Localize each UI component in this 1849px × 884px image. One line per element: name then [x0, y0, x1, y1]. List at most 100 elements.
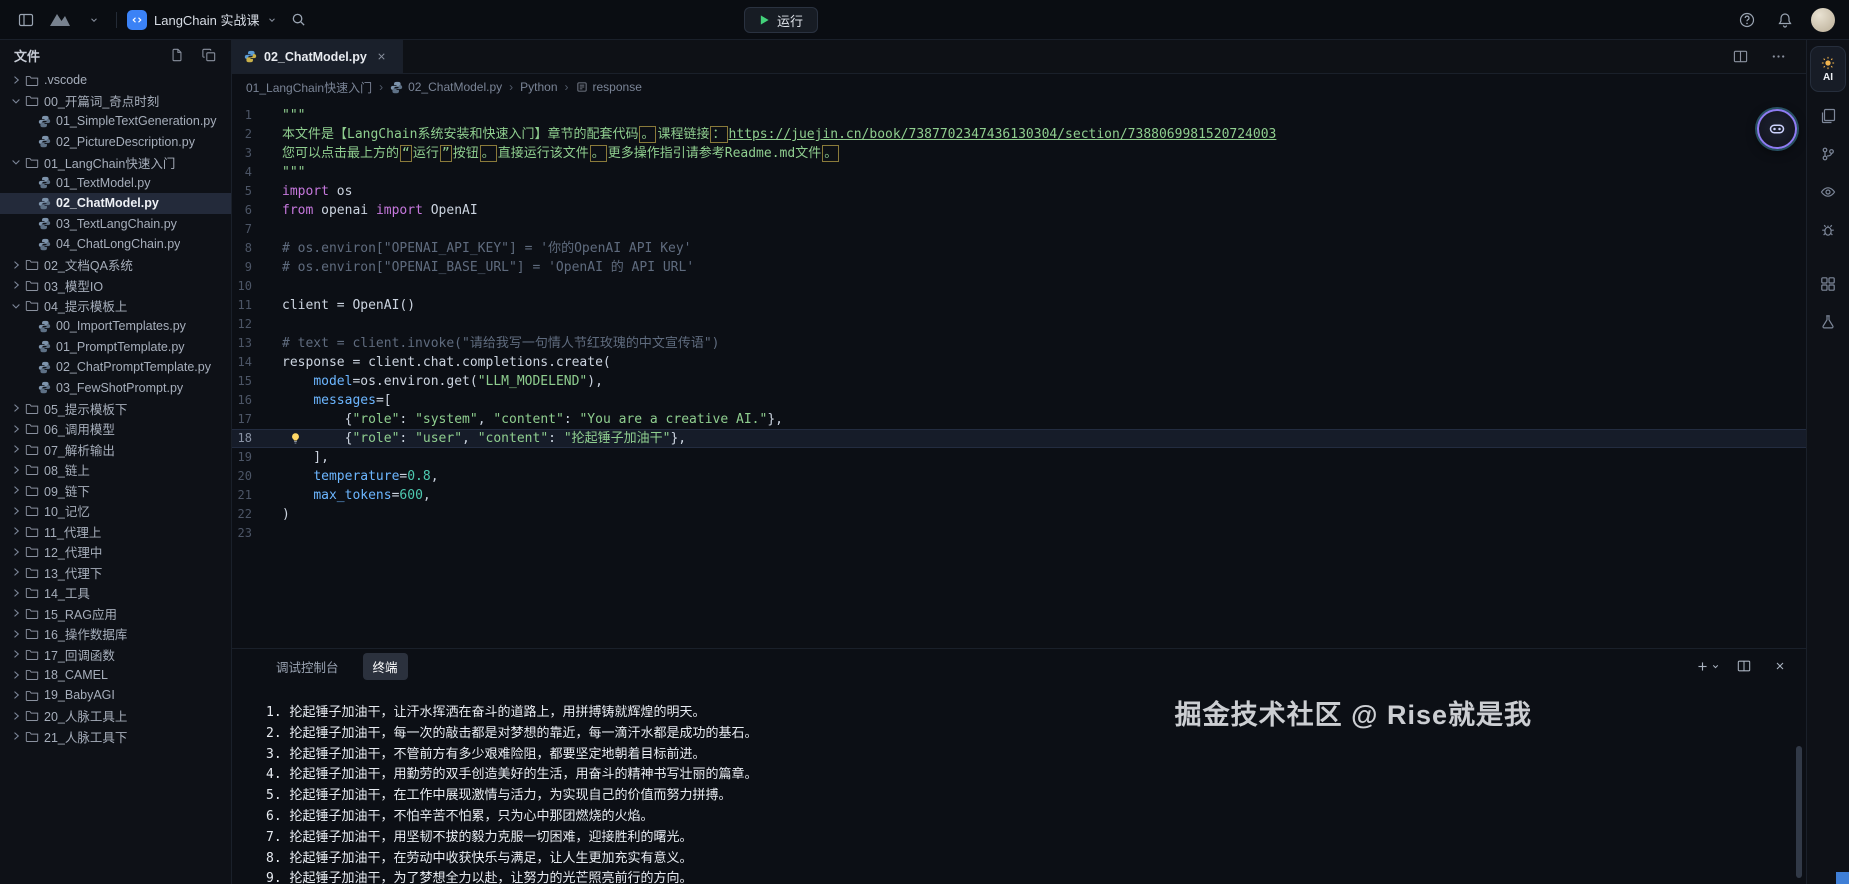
- tree-folder[interactable]: 18_CAMEL: [0, 665, 231, 686]
- tree-folder[interactable]: 00_开篇词_奇点时刻: [0, 91, 231, 112]
- tree-file[interactable]: 02_PictureDescription.py: [0, 132, 231, 153]
- tree-folder[interactable]: 13_代理下: [0, 562, 231, 583]
- app-logo[interactable]: [48, 8, 72, 32]
- chevron-right-icon: [10, 443, 22, 455]
- breadcrumb-item[interactable]: 01_LangChain快速入门: [246, 79, 372, 96]
- tree-folder[interactable]: 15_RAG应用: [0, 603, 231, 624]
- tree-folder[interactable]: 14_工具: [0, 583, 231, 604]
- run-button[interactable]: 运行: [744, 7, 818, 33]
- tree-folder[interactable]: 17_回调函数: [0, 644, 231, 665]
- tree-item-label: 12_代理中: [44, 542, 102, 561]
- tree-folder[interactable]: 21_人脉工具下: [0, 726, 231, 747]
- chevron-right-icon: [10, 546, 22, 558]
- new-terminal-icon[interactable]: [1696, 654, 1720, 678]
- folder-icon: [25, 258, 39, 271]
- tree-folder[interactable]: 05_提示模板下: [0, 398, 231, 419]
- tree-folder[interactable]: 12_代理中: [0, 542, 231, 563]
- line-number: 23: [232, 524, 258, 543]
- code-line-12: 12: [232, 315, 1806, 334]
- tree-item-label: 21_人脉工具下: [44, 727, 127, 746]
- activity-bar: AI: [1806, 40, 1849, 884]
- user-avatar[interactable]: [1811, 8, 1835, 32]
- chevron-down-icon[interactable]: [82, 8, 106, 32]
- project-switcher[interactable]: LangChain 实战课: [127, 10, 277, 30]
- tree-folder[interactable]: 19_BabyAGI: [0, 685, 231, 706]
- tree-folder[interactable]: 08_链上: [0, 460, 231, 481]
- extensions-grid-icon[interactable]: [1814, 270, 1842, 298]
- more-actions-icon[interactable]: [1766, 45, 1790, 69]
- code-area[interactable]: 1"""2本文件是【LangChain系统安装和快速入门】章节的配套代码。课程链…: [232, 100, 1806, 648]
- split-editor-icon[interactable]: [1728, 45, 1752, 69]
- ai-panel-button[interactable]: AI: [1810, 46, 1846, 92]
- terminal-line: 9. 抡起锤子加油干，为了梦想全力以赴，让努力的光芒照亮前行的方向。: [266, 869, 1806, 884]
- panel-tab-debug-console[interactable]: 调试控制台: [266, 653, 349, 680]
- tree-file[interactable]: 04_ChatLongChain.py: [0, 234, 231, 255]
- help-icon[interactable]: [1735, 8, 1759, 32]
- breadcrumb-label: Python: [520, 80, 557, 94]
- tree-file[interactable]: 01_TextModel.py: [0, 173, 231, 194]
- lightbulb-icon[interactable]: [289, 432, 302, 445]
- breadcrumb-item[interactable]: Python: [520, 80, 557, 94]
- tab-02-chatmodel[interactable]: 02_ChatModel.py: [232, 40, 403, 73]
- tree-folder[interactable]: 20_人脉工具上: [0, 706, 231, 727]
- tree-folder[interactable]: 11_代理上: [0, 521, 231, 542]
- tree-file[interactable]: 02_ChatPromptTemplate.py: [0, 357, 231, 378]
- terminal-line: 7. 抡起锤子加油干，用坚韧不拔的毅力克服一切困难，迎接胜利的曙光。: [266, 828, 1806, 849]
- tree-folder[interactable]: 16_操作数据库: [0, 624, 231, 645]
- chevron-right-icon: [10, 402, 22, 414]
- tree-folder[interactable]: 02_文档QA系统: [0, 255, 231, 276]
- tree-file[interactable]: 01_SimpleTextGeneration.py: [0, 111, 231, 132]
- editor-tabbar: 02_ChatModel.py: [232, 40, 1806, 74]
- tree-folder[interactable]: 10_记忆: [0, 501, 231, 522]
- tree-folder[interactable]: 06_调用模型: [0, 419, 231, 440]
- code-line-7: 7: [232, 220, 1806, 239]
- git-branch-icon[interactable]: [1814, 140, 1842, 168]
- panel-files-icon[interactable]: [1814, 102, 1842, 130]
- ai-assistant-avatar[interactable]: [1757, 109, 1797, 149]
- test-flask-icon[interactable]: [1814, 308, 1842, 336]
- terminal-output[interactable]: 1. 抡起锤子加油干，让汗水挥洒在奋斗的道路上，用拼搏铸就辉煌的明天。2. 抡起…: [232, 683, 1806, 884]
- topbar-divider: [116, 12, 117, 28]
- code-line-content: from openai import OpenAI: [282, 201, 1806, 220]
- tree-item-label: 03_模型IO: [44, 276, 103, 295]
- breadcrumb-label: response: [593, 80, 642, 94]
- tree-item-label: 18_CAMEL: [44, 668, 108, 682]
- terminal-scrollbar[interactable]: [1796, 746, 1802, 878]
- code-line-6: 6from openai import OpenAI: [232, 201, 1806, 220]
- code-line-content: model=os.environ.get("LLM_MODELEND"),: [282, 372, 1806, 391]
- file-tree: .vscode00_开篇词_奇点时刻01_SimpleTextGeneratio…: [0, 70, 231, 747]
- tree-item-label: 11_代理上: [44, 522, 101, 541]
- breadcrumb-item[interactable]: response: [576, 80, 642, 94]
- panel-tab-terminal[interactable]: 终端: [363, 653, 408, 680]
- split-panel-icon[interactable]: [1732, 654, 1756, 678]
- breadcrumb-item[interactable]: 02_ChatModel.py: [390, 80, 502, 94]
- debug-bug-icon[interactable]: [1814, 216, 1842, 244]
- folder-icon: [25, 648, 39, 661]
- close-icon[interactable]: [374, 49, 390, 65]
- close-panel-icon[interactable]: [1768, 654, 1792, 678]
- tree-folder[interactable]: 01_LangChain快速入门: [0, 152, 231, 173]
- tree-folder[interactable]: .vscode: [0, 70, 231, 91]
- preview-eye-icon[interactable]: [1814, 178, 1842, 206]
- code-line-5: 5import os: [232, 182, 1806, 201]
- tree-file[interactable]: 00_ImportTemplates.py: [0, 316, 231, 337]
- code-line-content: response = client.chat.completions.creat…: [282, 353, 1806, 372]
- tree-file[interactable]: 01_PromptTemplate.py: [0, 337, 231, 358]
- editor-actions: [1728, 40, 1806, 73]
- code-link[interactable]: https://juejin.cn/book/73877023474361303…: [729, 127, 1277, 142]
- line-number: 17: [232, 410, 258, 429]
- collapse-explorer-icon[interactable]: [197, 43, 221, 67]
- bell-icon[interactable]: [1773, 8, 1797, 32]
- chevron-down-icon: [267, 15, 277, 25]
- tree-folder[interactable]: 09_链下: [0, 480, 231, 501]
- tree-folder[interactable]: 04_提示模板上: [0, 296, 231, 317]
- tree-folder[interactable]: 03_模型IO: [0, 275, 231, 296]
- tree-folder[interactable]: 07_解析输出: [0, 439, 231, 460]
- search-icon[interactable]: [287, 8, 311, 32]
- new-file-icon[interactable]: [165, 43, 189, 67]
- tree-file[interactable]: 02_ChatModel.py: [0, 193, 231, 214]
- layout-toggle-icon[interactable]: [14, 8, 38, 32]
- tree-file[interactable]: 03_FewShotPrompt.py: [0, 378, 231, 399]
- tree-item-label: 07_解析输出: [44, 440, 115, 459]
- tree-file[interactable]: 03_TextLangChain.py: [0, 214, 231, 235]
